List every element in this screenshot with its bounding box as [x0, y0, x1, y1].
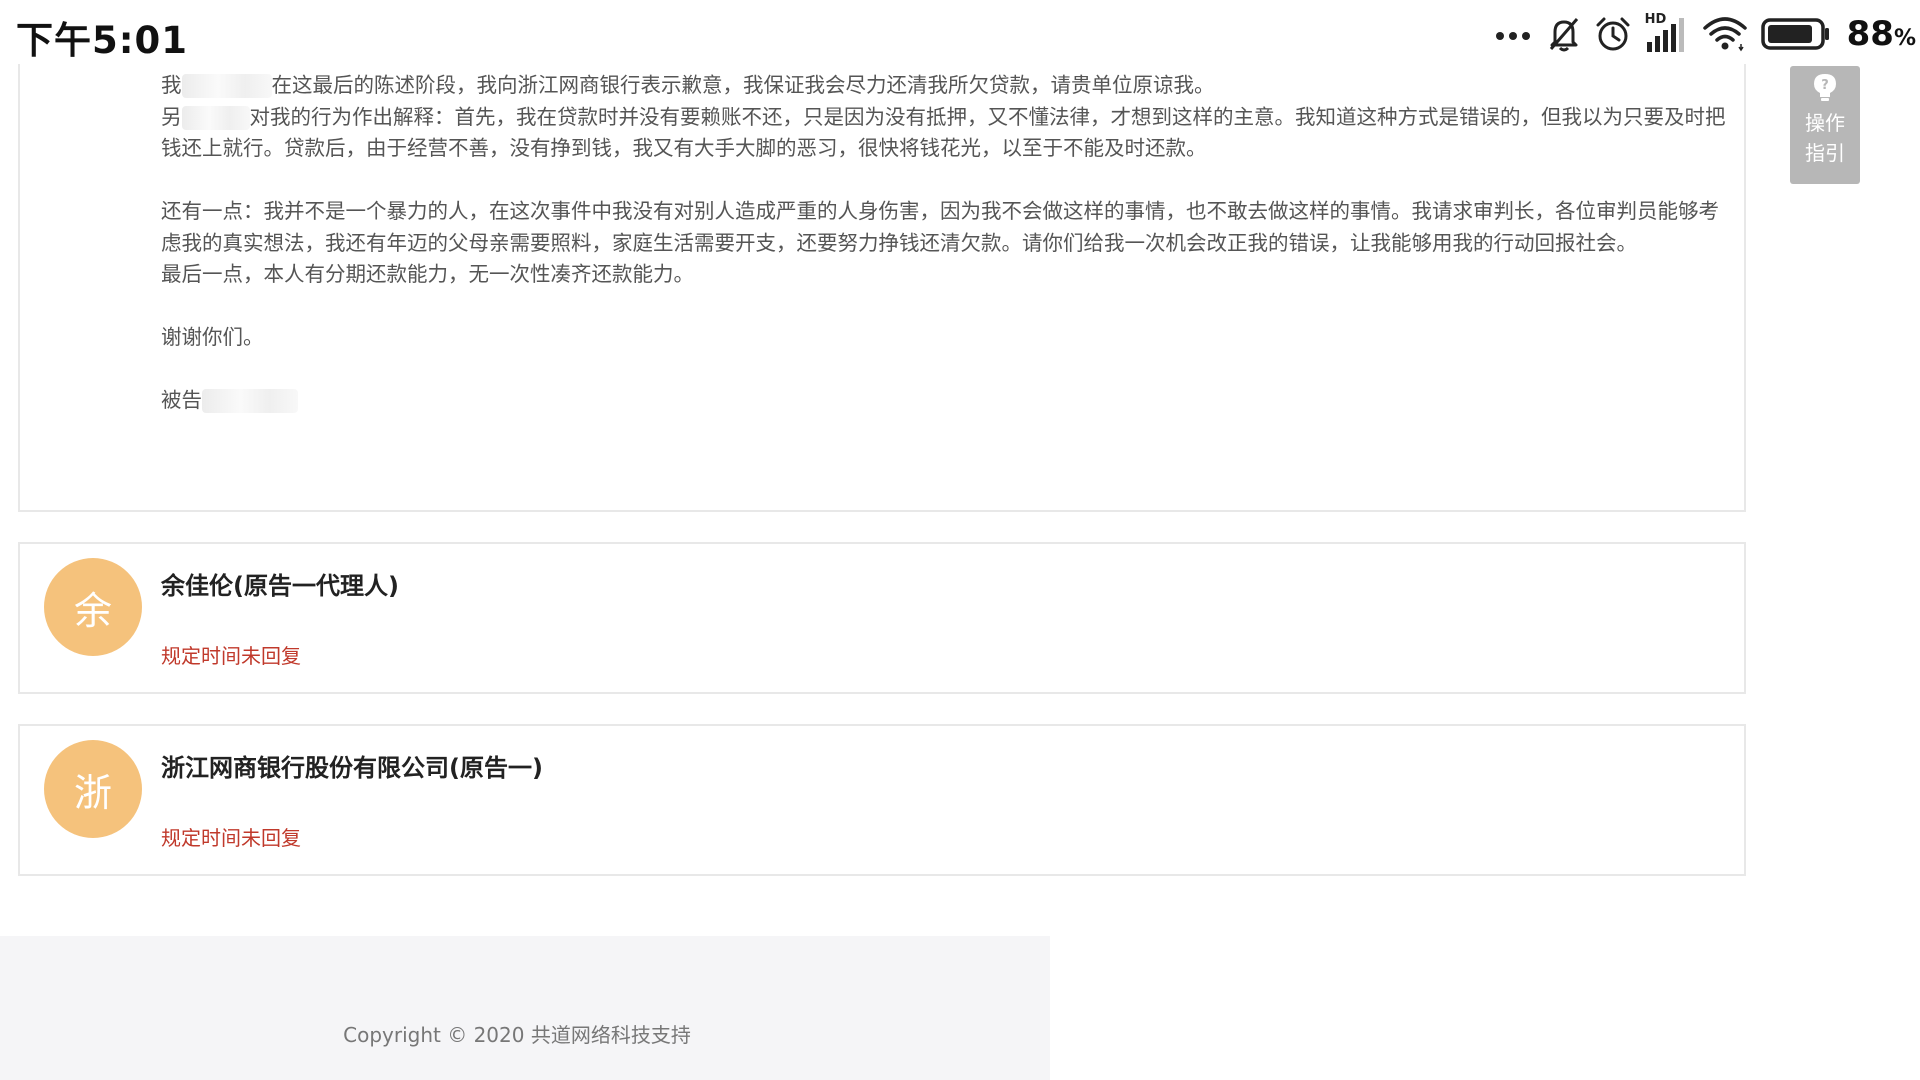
signal-icon: HD: [1645, 12, 1689, 54]
status-bar: 下午5:01 HD 88%: [0, 0, 1920, 64]
statement-body: 我在这最后的陈述阶段，我向浙江网商银行表示歉意，我保证我会尽力还清我所欠贷款，请…: [161, 70, 1733, 417]
statement-card: 我在这最后的陈述阶段，我向浙江网商银行表示歉意，我保证我会尽力还清我所欠贷款，请…: [18, 40, 1746, 512]
operation-guide-button[interactable]: ? 操作指引: [1790, 66, 1860, 184]
reply-status: 规定时间未回复: [161, 644, 301, 668]
statement-line-2: 另对我的行为作出解释：首先，我在贷款时并没有要赖账不还，只是因为没有抵押，又不懂…: [161, 104, 1726, 161]
status-time: 下午5:01: [16, 19, 189, 62]
statement-line-1: 我在这最后的陈述阶段，我向浙江网商银行表示歉意，我保证我会尽力还清我所欠贷款，请…: [161, 73, 1215, 98]
reply-party-name: 余佳伦(原告一代理人): [161, 572, 399, 600]
reply-card: 余 余佳伦(原告一代理人) 规定时间未回复: [18, 542, 1746, 694]
avatar: 余: [44, 558, 142, 656]
reply-card: 浙 浙江网商银行股份有限公司(原告一) 规定时间未回复: [18, 724, 1746, 876]
redaction-block: [202, 389, 298, 413]
statement-thanks: 谢谢你们。: [161, 325, 264, 349]
reply-party-name: 浙江网商银行股份有限公司(原告一): [161, 754, 543, 782]
battery-icon: [1760, 17, 1831, 51]
redaction-block: [181, 74, 272, 98]
help-bulb-icon: ?: [1811, 72, 1839, 106]
more-dots-icon: [1495, 26, 1533, 42]
statement-signature: 被告: [161, 385, 1733, 417]
footer: Copyright © 2020 共道网络科技支持: [0, 936, 1050, 1080]
avatar: 浙: [44, 740, 142, 838]
alarm-clock-icon: [1595, 16, 1631, 52]
reply-status: 规定时间未回复: [161, 826, 301, 850]
svg-text:?: ?: [1821, 78, 1829, 93]
battery-percent: 88%: [1846, 14, 1916, 54]
redaction-block: [181, 105, 250, 130]
statement-paragraph-2: 还有一点：我并不是一个暴力的人，在这次事件中我没有对别人造成严重的人身伤害，因为…: [161, 199, 1719, 255]
statement-paragraph-3: 最后一点，本人有分期还款能力，无一次性凑齐还款能力。: [161, 262, 694, 286]
copyright-text: Copyright © 2020 共道网络科技支持: [343, 1023, 691, 1047]
operation-guide-label: 操作指引: [1805, 111, 1845, 165]
bell-muted-icon: [1547, 16, 1581, 52]
wifi-icon: [1702, 16, 1747, 52]
status-icons: HD 88%: [1495, 12, 1916, 56]
